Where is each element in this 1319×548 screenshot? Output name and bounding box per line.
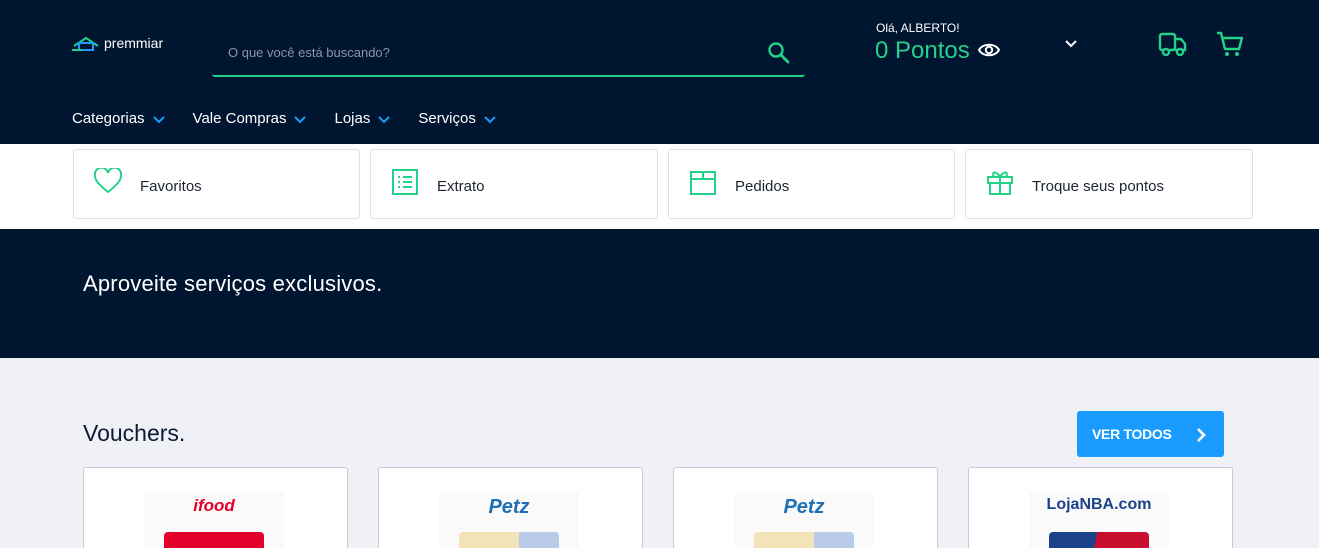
truck-icon[interactable]	[1158, 30, 1188, 63]
brand-logo: ifood	[193, 496, 235, 515]
quick-link-extrato[interactable]: Extrato	[370, 149, 658, 219]
brand-logo: LojaNBA.com	[1046, 496, 1152, 513]
logo-text: premmiar	[104, 35, 164, 51]
points-text: 0 Pontos	[875, 37, 970, 64]
quick-link-label: Extrato	[437, 178, 485, 195]
gift-card-image	[459, 532, 559, 548]
box-icon	[689, 168, 717, 201]
brand-logo: Petz	[488, 496, 530, 518]
ver-todos-button[interactable]: VER TODOS	[1077, 411, 1224, 457]
brand-logo: Petz	[783, 496, 825, 518]
logo-icon	[72, 36, 99, 51]
nav-item-label: Serviços	[418, 110, 476, 127]
voucher-image: ifood	[144, 492, 284, 548]
voucher-image: Petz	[734, 492, 874, 548]
gift-card-image	[164, 532, 264, 548]
list-icon	[391, 168, 419, 201]
chevron-right-icon	[1197, 428, 1206, 442]
quick-links-bar: Favoritos Extrato Pedidos Troque seus po…	[0, 144, 1319, 229]
search-icon[interactable]	[767, 41, 791, 70]
gift-icon	[986, 168, 1014, 201]
heart-icon	[93, 166, 123, 199]
button-label: VER TODOS	[1092, 426, 1172, 442]
main-nav: Categorias Vale Compras Lojas Serviços	[72, 110, 524, 127]
points-balance: 0 Pontos	[875, 37, 1000, 65]
voucher-card[interactable]: Petz	[673, 467, 938, 548]
nav-item-label: Vale Compras	[192, 110, 287, 127]
gift-card-image	[1049, 532, 1149, 548]
chevron-down-icon	[378, 115, 391, 123]
nav-item-vale-compras[interactable]: Vale Compras	[193, 110, 307, 127]
quick-link-label: Troque seus pontos	[1032, 178, 1165, 195]
nav-item-lojas[interactable]: Lojas	[334, 110, 391, 127]
hero-banner: Aproveite serviços exclusivos.	[0, 229, 1319, 358]
logo[interactable]: premmiar	[72, 34, 163, 52]
nav-item-label: Lojas	[334, 110, 371, 127]
section-title: Vouchers.	[83, 420, 186, 446]
chevron-down-icon	[294, 115, 307, 123]
top-header: premmiar Olá, ALBERTO! 0 Pontos	[0, 0, 1319, 144]
eye-icon[interactable]	[977, 37, 1000, 65]
cart-icon[interactable]	[1216, 30, 1244, 63]
nav-item-servicos[interactable]: Serviços	[418, 110, 496, 127]
quick-link-troque-pontos[interactable]: Troque seus pontos	[965, 149, 1253, 219]
user-menu-chevron-icon[interactable]	[1064, 37, 1078, 55]
nav-item-categorias[interactable]: Categorias	[72, 110, 165, 127]
quick-link-pedidos[interactable]: Pedidos	[668, 149, 955, 219]
voucher-card[interactable]: Petz	[378, 467, 643, 548]
quick-link-label: Favoritos	[140, 178, 202, 195]
chevron-down-icon	[152, 115, 165, 123]
user-greeting: Olá, ALBERTO!	[876, 21, 960, 35]
quick-link-favoritos[interactable]: Favoritos	[73, 149, 360, 219]
voucher-image: LojaNBA.com	[1029, 492, 1169, 548]
search-bar	[212, 28, 805, 77]
chevron-down-icon	[484, 115, 496, 123]
search-input[interactable]	[228, 42, 728, 62]
quick-link-label: Pedidos	[735, 178, 790, 195]
hero-title: Aproveite serviços exclusivos.	[83, 271, 383, 296]
voucher-card[interactable]: LojaNBA.com	[968, 467, 1233, 548]
voucher-card[interactable]: ifood	[83, 467, 348, 548]
nav-item-label: Categorias	[72, 110, 145, 127]
voucher-image: Petz	[439, 492, 579, 548]
gift-card-image	[754, 532, 854, 548]
